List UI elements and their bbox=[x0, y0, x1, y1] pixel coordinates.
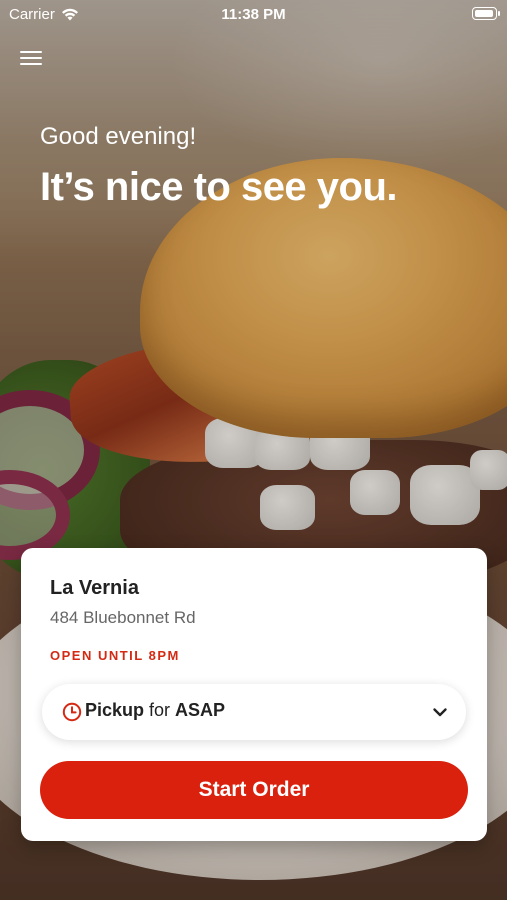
chevron-down-icon bbox=[433, 708, 447, 717]
store-card: La Vernia 484 Bluebonnet Rd OPEN UNTIL 8… bbox=[21, 548, 487, 841]
status-time: 11:38 PM bbox=[221, 6, 286, 23]
order-time: ASAP bbox=[175, 700, 226, 720]
order-type-selector[interactable]: Pickup for ASAP bbox=[42, 684, 466, 740]
status-bar: Carrier 11:38 PM bbox=[0, 0, 507, 28]
hamburger-menu-icon[interactable] bbox=[20, 48, 42, 68]
app-screen: Carrier 11:38 PM Good evening! It’s nice… bbox=[0, 0, 507, 900]
start-order-button[interactable]: Start Order bbox=[40, 761, 468, 819]
greeting-text: Good evening! bbox=[40, 123, 197, 150]
store-name[interactable]: La Vernia bbox=[50, 577, 139, 600]
order-type-label: Pickup for ASAP bbox=[85, 700, 225, 721]
clock-icon bbox=[62, 702, 82, 722]
store-address: 484 Bluebonnet Rd bbox=[50, 608, 196, 627]
welcome-headline: It’s nice to see you. bbox=[40, 165, 398, 209]
battery-icon bbox=[472, 7, 500, 20]
order-connector: for bbox=[144, 700, 176, 720]
store-hours: OPEN UNTIL 8PM bbox=[50, 648, 180, 663]
order-method: Pickup bbox=[85, 700, 145, 720]
